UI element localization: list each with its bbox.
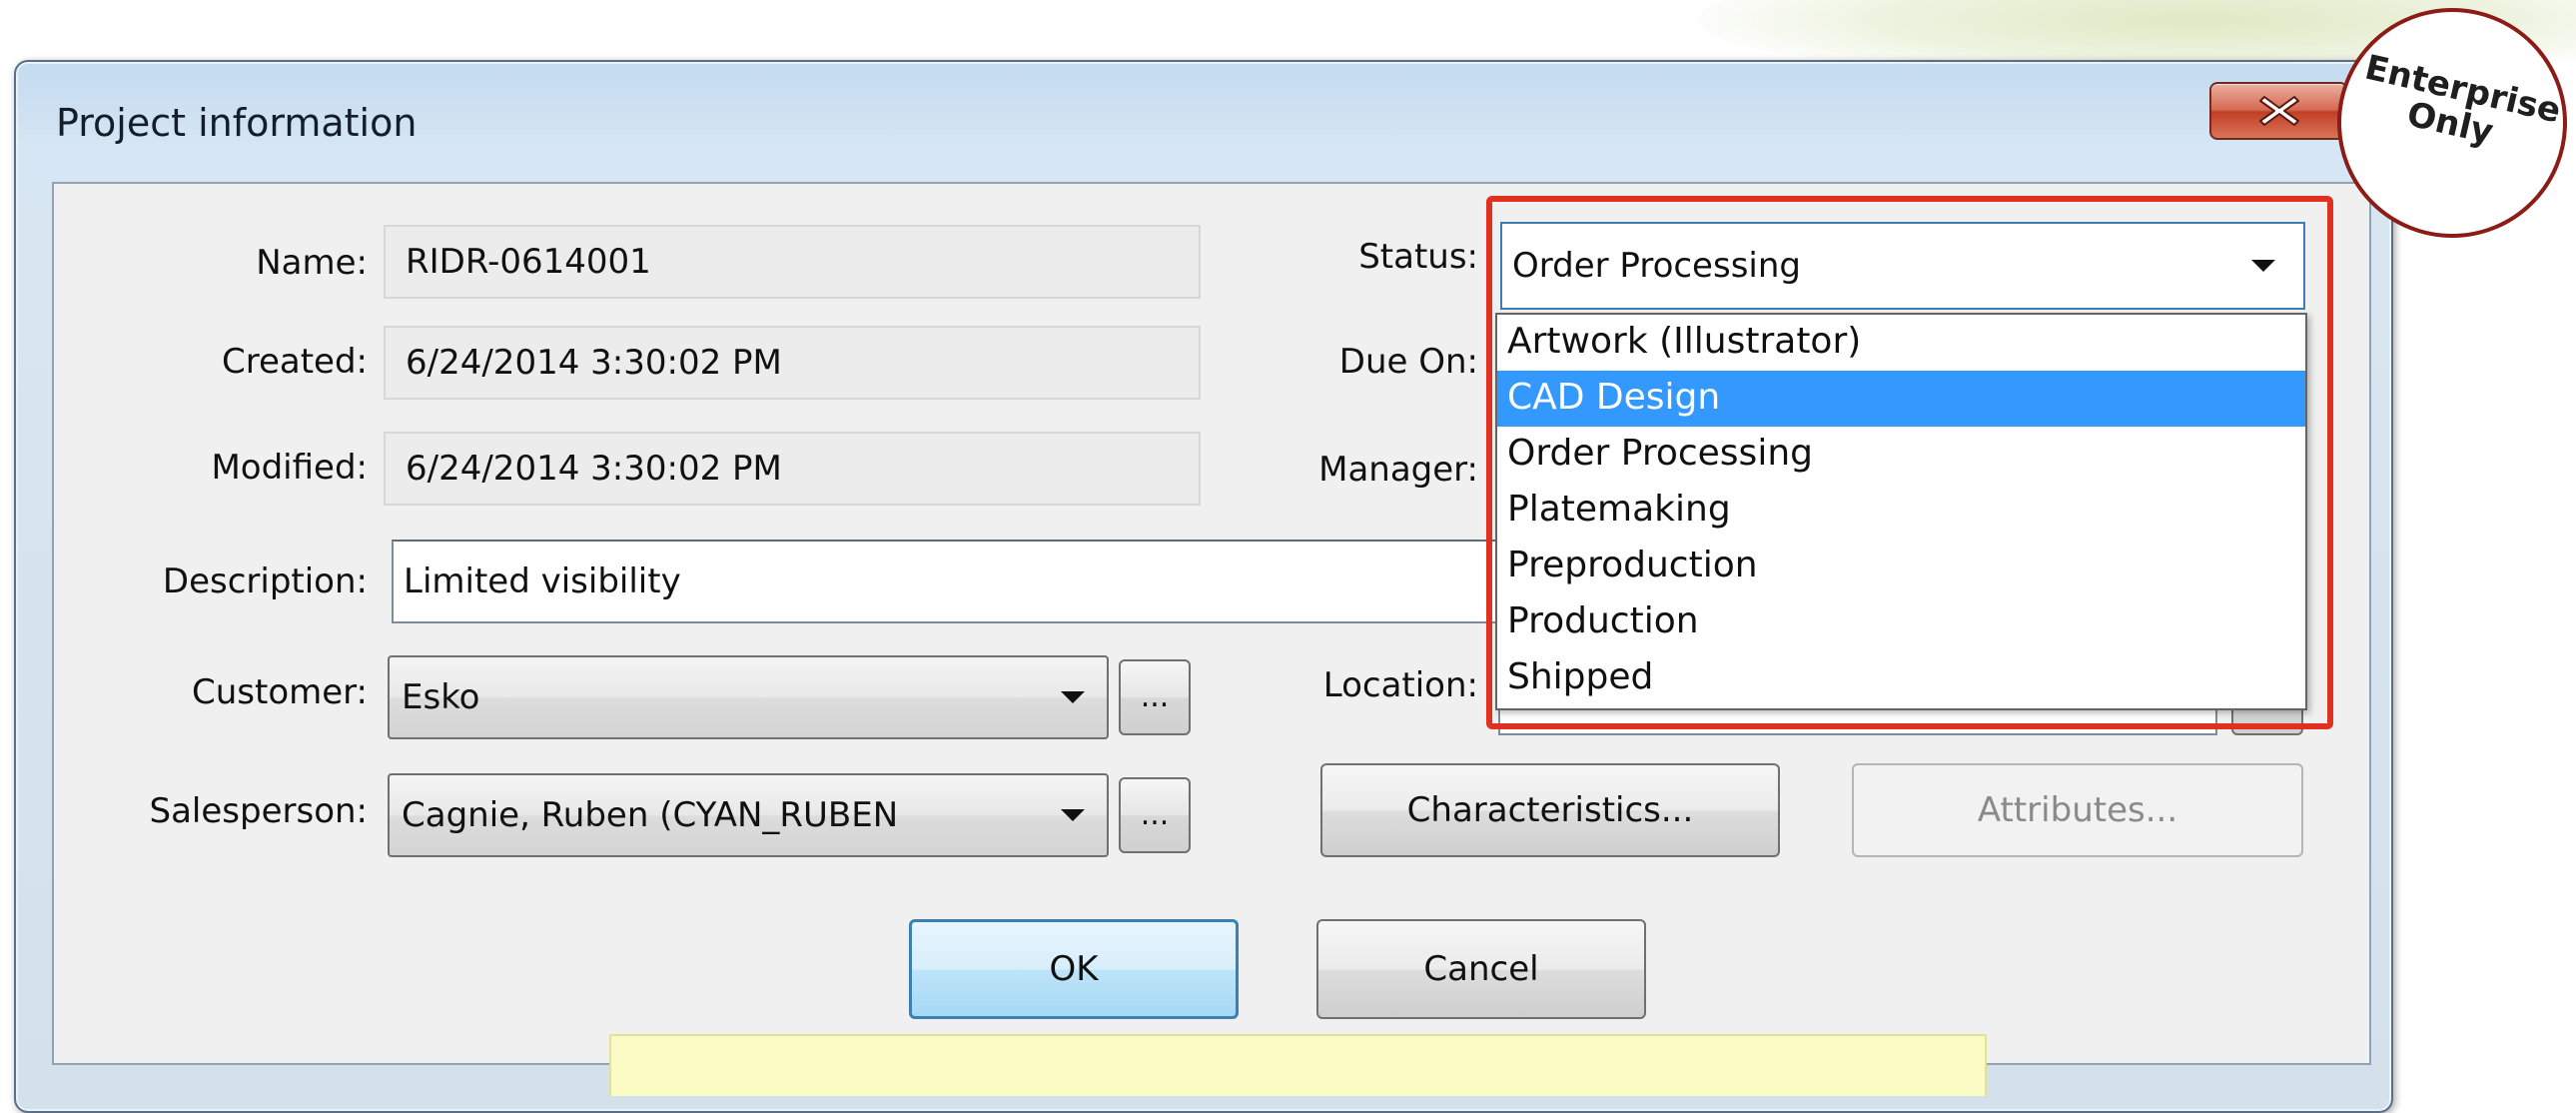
modified-field: 6/24/2014 3:30:02 PM xyxy=(384,432,1201,506)
close-icon xyxy=(2258,96,2299,126)
characteristics-button[interactable]: Characteristics... xyxy=(1320,763,1780,857)
description-label: Description: xyxy=(162,561,368,601)
due-on-label: Due On: xyxy=(1338,342,1478,382)
customer-browse-button[interactable]: ... xyxy=(1119,659,1191,735)
attributes-button[interactable]: Attributes... xyxy=(1852,763,2303,857)
chevron-down-icon xyxy=(1061,691,1085,703)
dialog-title: Project information xyxy=(56,101,418,145)
customer-select[interactable]: Esko xyxy=(388,655,1109,739)
yellow-note xyxy=(609,1034,1987,1096)
salesperson-label: Salesperson: xyxy=(149,791,369,831)
salesperson-select[interactable]: Cagnie, Ruben (CYAN_RUBEN xyxy=(388,773,1109,857)
ok-button[interactable]: OK xyxy=(909,919,1239,1019)
close-button[interactable] xyxy=(2209,82,2348,140)
location-label: Location: xyxy=(1322,665,1478,705)
manager-label: Manager: xyxy=(1318,450,1478,490)
name-field: RIDR-0614001 xyxy=(384,225,1201,299)
cancel-button[interactable]: Cancel xyxy=(1316,919,1646,1019)
status-callout-outline xyxy=(1486,196,2333,729)
badge-text: Enterprise Only xyxy=(2353,48,2564,163)
customer-value: Esko xyxy=(402,677,480,717)
chevron-down-icon xyxy=(1061,809,1085,821)
enterprise-only-badge: Enterprise Only xyxy=(2337,8,2567,238)
modified-label: Modified: xyxy=(211,448,368,488)
created-field: 6/24/2014 3:30:02 PM xyxy=(384,326,1201,400)
created-label: Created: xyxy=(221,342,368,382)
description-input[interactable]: Limited visibility xyxy=(392,540,1510,623)
salesperson-browse-button[interactable]: ... xyxy=(1119,777,1191,853)
name-label: Name: xyxy=(256,243,368,283)
customer-label: Customer: xyxy=(191,672,368,712)
salesperson-value: Cagnie, Ruben (CYAN_RUBEN xyxy=(402,795,899,835)
status-label: Status: xyxy=(1358,237,1478,277)
